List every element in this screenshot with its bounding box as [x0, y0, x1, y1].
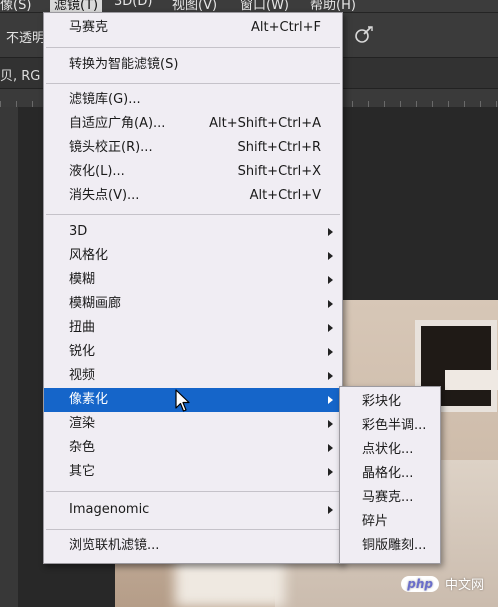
- menu-item-lens-correction[interactable]: 镜头校正(R)... Shift+Ctrl+R: [44, 136, 342, 160]
- menu-item-label: 3D: [69, 224, 88, 239]
- menu-item-label: 渲染: [69, 416, 96, 431]
- submenu-arrow-icon: [328, 372, 333, 380]
- menu-item-shortcut: Alt+Ctrl+V: [249, 188, 321, 203]
- submenu-item-mezzotint[interactable]: 铜版雕刻...: [362, 534, 426, 558]
- menu-item-blur[interactable]: 模糊: [44, 268, 342, 292]
- menu-item-shortcut: Shift+Ctrl+R: [237, 140, 322, 155]
- submenu-arrow-icon: [328, 444, 333, 452]
- menu-item-label: 镜头校正(R)...: [69, 140, 153, 155]
- submenu-arrow-icon: [328, 506, 333, 514]
- submenu-arrow-icon: [328, 396, 333, 404]
- menu-item-label: 像素化: [69, 392, 109, 407]
- menu-item-render[interactable]: 渲染: [44, 412, 342, 436]
- airbrush-icon[interactable]: [352, 24, 374, 46]
- menu-item-shortcut: Alt+Shift+Ctrl+A: [209, 116, 321, 131]
- menu-item-label: 模糊: [69, 272, 96, 287]
- menu-item-label: 风格化: [69, 248, 109, 263]
- menu-item-shortcut: Shift+Ctrl+X: [237, 164, 321, 179]
- submenu-arrow-icon: [328, 252, 333, 260]
- menu-item-label: 其它: [69, 464, 96, 479]
- submenu-arrow-icon: [328, 300, 333, 308]
- menu-item-browse-online-filters[interactable]: 浏览联机滤镜...: [44, 534, 342, 558]
- photo-shelf: [445, 370, 498, 390]
- menu-item-label: 扭曲: [69, 320, 96, 335]
- menu-item-noise[interactable]: 杂色: [44, 436, 342, 460]
- menu-item-label: 锐化: [69, 344, 96, 359]
- menu-separator: [46, 83, 340, 84]
- menu-item-label: 自适应广角(A)...: [69, 116, 166, 131]
- menu-item-label: 滤镜库(G)...: [69, 92, 141, 107]
- submenu-item-color-halftone[interactable]: 彩色半调...: [362, 414, 426, 438]
- submenu-item-facet[interactable]: 彩块化: [362, 390, 401, 414]
- menu-item-convert-smart-filter[interactable]: 转换为智能滤镜(S): [44, 53, 342, 77]
- menu-3d[interactable]: 3D(D): [114, 0, 152, 9]
- watermark-text: 中文网: [444, 578, 484, 593]
- php-logo: php: [401, 575, 439, 592]
- menu-item-sharpen[interactable]: 锐化: [44, 340, 342, 364]
- menu-separator: [46, 214, 340, 215]
- menu-item-last-filter[interactable]: 马赛克 Alt+Ctrl+F: [44, 16, 342, 40]
- mouse-pointer-icon: [175, 389, 190, 412]
- menu-item-3d[interactable]: 3D: [44, 220, 342, 244]
- menu-item-liquify[interactable]: 液化(L)... Shift+Ctrl+X: [44, 160, 342, 184]
- menu-item-label: 模糊画廊: [69, 296, 122, 311]
- menu-item-label: 消失点(V)...: [69, 188, 140, 203]
- submenu-arrow-icon: [328, 276, 333, 284]
- submenu-arrow-icon: [328, 468, 333, 476]
- menu-separator: [46, 529, 340, 530]
- menu-item-label: 液化(L)...: [69, 164, 125, 179]
- submenu-arrow-icon: [328, 420, 333, 428]
- submenu-item-pointillize[interactable]: 点状化...: [362, 438, 413, 462]
- menu-separator: [46, 491, 340, 492]
- menu-item-label: 浏览联机滤镜...: [69, 538, 160, 553]
- menu-item-distort[interactable]: 扭曲: [44, 316, 342, 340]
- menu-separator: [46, 47, 340, 48]
- submenu-item-crystallize[interactable]: 晶格化...: [362, 462, 413, 486]
- pixelate-submenu: 彩块化 彩色半调... 点状化... 晶格化... 马赛克... 碎片 铜版雕刻…: [339, 386, 441, 564]
- submenu-item-mosaic[interactable]: 马赛克...: [362, 486, 413, 510]
- opacity-label: 不透明: [6, 31, 46, 46]
- menu-item-label: 马赛克: [69, 20, 109, 35]
- menu-item-shortcut: Alt+Ctrl+F: [251, 20, 321, 35]
- menu-item-label: 杂色: [69, 440, 96, 455]
- menu-image[interactable]: 像(S): [0, 0, 31, 12]
- submenu-arrow-icon: [328, 348, 333, 356]
- menu-item-vanishing-point[interactable]: 消失点(V)... Alt+Ctrl+V: [44, 184, 342, 208]
- document-tab[interactable]: 贝, RG: [0, 65, 40, 84]
- menu-item-label: Imagenomic: [69, 502, 150, 517]
- menu-item-pixelate[interactable]: 像素化: [44, 388, 342, 412]
- vertical-ruler: [0, 107, 18, 607]
- watermark: php 中文网: [401, 574, 484, 593]
- menu-item-label: 转换为智能滤镜(S): [69, 57, 179, 72]
- menu-item-imagenomic[interactable]: Imagenomic: [44, 498, 342, 522]
- submenu-arrow-icon: [328, 228, 333, 236]
- menu-item-filter-gallery[interactable]: 滤镜库(G)...: [44, 88, 342, 112]
- menu-item-stylize[interactable]: 风格化: [44, 244, 342, 268]
- filter-menu: 马赛克 Alt+Ctrl+F 转换为智能滤镜(S) 滤镜库(G)... 自适应广…: [43, 12, 343, 564]
- submenu-arrow-icon: [328, 324, 333, 332]
- menu-item-blur-gallery[interactable]: 模糊画廊: [44, 292, 342, 316]
- submenu-item-fragment[interactable]: 碎片: [362, 510, 388, 534]
- menu-item-video[interactable]: 视频: [44, 364, 342, 388]
- menu-item-other[interactable]: 其它: [44, 460, 342, 484]
- menu-item-adaptive-wide-angle[interactable]: 自适应广角(A)... Alt+Shift+Ctrl+A: [44, 112, 342, 136]
- menu-item-label: 视频: [69, 368, 96, 383]
